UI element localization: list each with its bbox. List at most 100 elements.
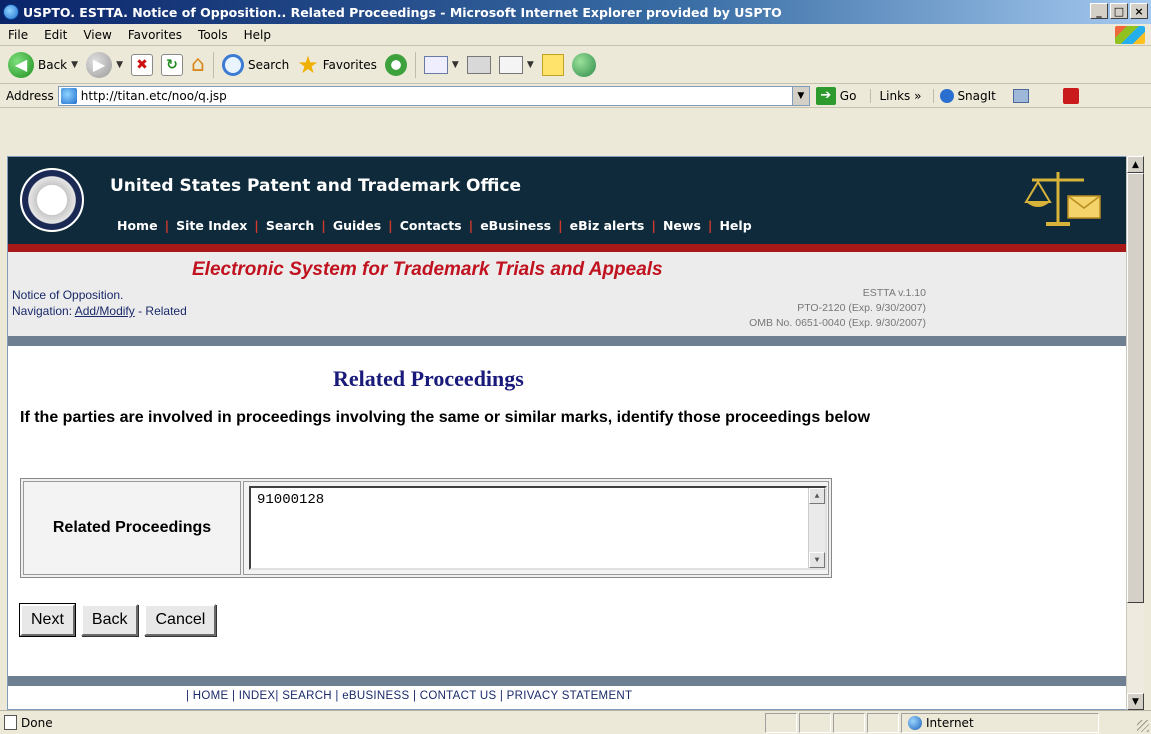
edit-button[interactable]: ▼ bbox=[495, 49, 538, 81]
chevron-down-icon[interactable]: ▼ bbox=[71, 60, 78, 70]
forward-button[interactable]: ▶ ▼ bbox=[82, 49, 127, 81]
mail-button[interactable]: ▼ bbox=[420, 49, 463, 81]
favorites-button[interactable]: ★ Favorites bbox=[293, 49, 381, 81]
version-line: ESTTA v.1.10 bbox=[862, 287, 926, 299]
breadcrumb: Navigation: Add/Modify - Related bbox=[12, 304, 187, 318]
nav-home[interactable]: Home bbox=[110, 218, 165, 233]
go-button[interactable]: ➔ Go bbox=[815, 86, 856, 105]
scroll-up-icon[interactable]: ▲ bbox=[809, 488, 825, 504]
chevron-down-icon[interactable]: ▼ bbox=[116, 60, 123, 70]
chevron-down-icon[interactable]: ▼ bbox=[791, 86, 809, 105]
form-buttons: Next Back Cancel bbox=[19, 603, 217, 637]
menu-tools[interactable]: Tools bbox=[190, 28, 236, 42]
uspto-seal-icon bbox=[20, 168, 84, 232]
toolbar-separator bbox=[414, 51, 416, 78]
chevron-down-icon[interactable]: ▼ bbox=[452, 60, 459, 70]
cancel-button[interactable]: Cancel bbox=[144, 604, 217, 636]
textarea-value[interactable]: 91000128 bbox=[257, 492, 324, 508]
estta-band: Electronic System for Trademark Trials a… bbox=[8, 252, 1126, 336]
related-proceedings-textarea[interactable]: 91000128 ▲ ▼ bbox=[249, 486, 827, 570]
estta-title: Electronic System for Trademark Trials a… bbox=[192, 259, 663, 280]
scroll-down-icon[interactable]: ▼ bbox=[809, 552, 825, 568]
page-title: Related Proceedings bbox=[333, 366, 524, 391]
nav-site-index[interactable]: Site Index bbox=[169, 218, 254, 233]
stop-icon: ✖ bbox=[130, 53, 153, 76]
menu-view[interactable]: View bbox=[75, 28, 119, 42]
version-line: OMB No. 0651-0040 (Exp. 9/30/2007) bbox=[749, 317, 926, 329]
footer-divider bbox=[8, 676, 1126, 686]
status-pane bbox=[833, 712, 865, 733]
back-form-button[interactable]: Back bbox=[80, 604, 139, 636]
back-arrow-icon: ◀ bbox=[8, 51, 34, 78]
scroll-down-icon[interactable]: ▼ bbox=[1127, 693, 1144, 710]
status-text: Done bbox=[21, 715, 53, 730]
page-icon bbox=[60, 87, 77, 104]
nav-search[interactable]: Search bbox=[259, 218, 321, 233]
notes-button[interactable] bbox=[538, 49, 568, 81]
related-proceedings-cell: 91000128 ▲ ▼ bbox=[243, 481, 829, 575]
home-icon: ⌂ bbox=[190, 52, 205, 77]
window-title: USPTO. ESTTA. Notice of Opposition.. Rel… bbox=[23, 4, 782, 20]
minimize-button[interactable]: _ bbox=[1090, 3, 1108, 19]
page-scrollbar[interactable]: ▲ ▼ bbox=[1126, 156, 1144, 710]
org-name: United States Patent and Trademark Offic… bbox=[110, 176, 522, 196]
search-button[interactable]: Search bbox=[218, 49, 293, 81]
nav-contacts[interactable]: Contacts bbox=[393, 218, 469, 233]
scales-of-justice-icon bbox=[1024, 172, 1101, 226]
nav-help[interactable]: Help bbox=[712, 218, 758, 233]
notice-label: Notice of Opposition. bbox=[12, 288, 124, 302]
print-button[interactable] bbox=[463, 49, 495, 81]
textarea-scrollbar[interactable]: ▲ ▼ bbox=[808, 488, 825, 568]
go-arrow-icon: ➔ bbox=[815, 86, 836, 105]
zone-label: Internet bbox=[926, 715, 974, 730]
messenger-icon bbox=[571, 52, 596, 77]
scroll-up-icon[interactable]: ▲ bbox=[1127, 156, 1144, 173]
history-button[interactable] bbox=[381, 49, 411, 81]
status-bar: Done Internet bbox=[0, 710, 1151, 734]
star-icon: ★ bbox=[297, 50, 319, 79]
pdf-icon[interactable] bbox=[1062, 87, 1079, 104]
menu-file[interactable]: File bbox=[0, 28, 36, 42]
toolbar-separator bbox=[212, 51, 214, 78]
nav-ebiz-alerts[interactable]: eBiz alerts bbox=[563, 218, 652, 233]
nav-guides[interactable]: Guides bbox=[326, 218, 388, 233]
stop-button[interactable]: ✖ bbox=[127, 49, 157, 81]
maximize-button[interactable]: □ bbox=[1110, 3, 1128, 19]
mail-icon bbox=[423, 55, 448, 74]
back-button[interactable]: ◀ Back ▼ bbox=[4, 49, 82, 81]
breadcrumb-add-modify-link[interactable]: Add/Modify bbox=[75, 304, 135, 318]
close-button[interactable]: × bbox=[1130, 3, 1148, 19]
breadcrumb-current: - Related bbox=[134, 304, 187, 318]
address-bar: Address http://titan.etc/noo/q.jsp ▼ ➔ G… bbox=[0, 84, 1151, 108]
footer-links[interactable]: | HOME | INDEX| SEARCH | eBUSINESS | CON… bbox=[186, 690, 632, 702]
site-header: United States Patent and Trademark Offic… bbox=[8, 156, 1126, 244]
refresh-button[interactable]: ↻ bbox=[157, 49, 187, 81]
menu-edit[interactable]: Edit bbox=[36, 28, 75, 42]
address-input[interactable]: http://titan.etc/noo/q.jsp ▼ bbox=[57, 85, 810, 106]
header-divider bbox=[8, 244, 1126, 252]
title-bar[interactable]: USPTO. ESTTA. Notice of Opposition.. Rel… bbox=[0, 0, 1151, 24]
messenger-button[interactable] bbox=[568, 49, 600, 81]
home-button[interactable]: ⌂ bbox=[187, 49, 209, 81]
security-zone: Internet bbox=[901, 712, 1099, 733]
chevron-down-icon[interactable]: ▼ bbox=[527, 60, 534, 70]
nav-news[interactable]: News bbox=[656, 218, 708, 233]
status-pane bbox=[799, 712, 831, 733]
breadcrumb-prefix: Navigation: bbox=[12, 304, 75, 318]
status-text-pane: Done bbox=[0, 713, 763, 733]
scrollbar-thumb[interactable] bbox=[1127, 173, 1144, 603]
links-button[interactable]: Links » bbox=[870, 88, 921, 103]
menu-bar: File Edit View Favorites Tools Help bbox=[0, 24, 1151, 46]
address-url[interactable]: http://titan.etc/noo/q.jsp bbox=[81, 89, 227, 103]
refresh-icon: ↻ bbox=[160, 53, 183, 76]
back-label: Back bbox=[38, 57, 68, 72]
page-viewport: United States Patent and Trademark Offic… bbox=[8, 156, 1126, 710]
menu-favorites[interactable]: Favorites bbox=[120, 28, 190, 42]
menu-help[interactable]: Help bbox=[236, 28, 279, 42]
nav-ebusiness[interactable]: eBusiness bbox=[473, 218, 558, 233]
snagit-button[interactable]: SnagIt bbox=[933, 88, 1029, 103]
resize-grip-icon[interactable] bbox=[1137, 720, 1149, 732]
version-info: ESTTA v.1.10 PTO-2120 (Exp. 9/30/2007) O… bbox=[749, 286, 926, 331]
snagit-capture-icon[interactable] bbox=[1012, 88, 1029, 103]
next-button[interactable]: Next bbox=[19, 603, 76, 637]
